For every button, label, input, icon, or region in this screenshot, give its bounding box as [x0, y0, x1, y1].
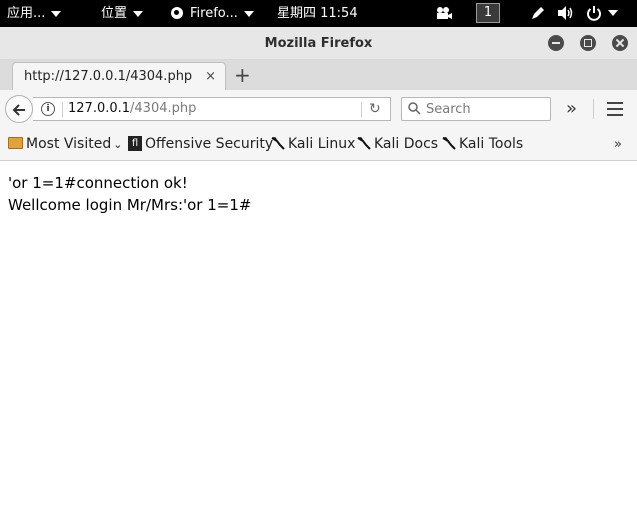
kali-dragon-icon: [357, 137, 371, 150]
tab-strip: http://127.0.0.1/4304.php × +: [0, 60, 637, 90]
chevron-down-icon: [133, 10, 144, 17]
maximize-button[interactable]: [580, 35, 596, 51]
applications-menu-label: 应用...: [7, 6, 46, 21]
hamburger-menu-icon[interactable]: [607, 102, 623, 116]
chevron-down-icon: [608, 10, 618, 16]
bookmark-label: Kali Docs: [374, 136, 439, 152]
bookmark-kali-docs[interactable]: Kali Docs: [357, 128, 438, 161]
bookmark-label: Kali Linux: [288, 136, 356, 152]
back-arrow-icon: [12, 103, 25, 116]
search-input[interactable]: [426, 100, 546, 118]
url-host: 127.0.0.1: [68, 101, 131, 116]
page-text-line-2: Wellcome login Mr/Mrs:'or 1=1#: [8, 196, 252, 214]
pen-icon[interactable]: [530, 0, 546, 27]
applications-menu[interactable]: 应用...: [7, 0, 62, 27]
window-title: Mozilla Firefox: [264, 36, 373, 51]
reload-icon[interactable]: ↻: [369, 98, 381, 120]
volume-icon[interactable]: [557, 0, 575, 27]
tab-title: http://127.0.0.1/4304.php: [24, 69, 193, 84]
chevron-down-icon: [51, 10, 62, 17]
firefox-icon: [171, 6, 183, 19]
url-divider: [361, 102, 362, 117]
places-menu[interactable]: 位置: [101, 0, 144, 27]
chevron-down-icon: [243, 10, 254, 17]
toolbar-divider: [593, 99, 594, 119]
tab-active[interactable]: http://127.0.0.1/4304.php ×: [12, 62, 226, 90]
window-titlebar[interactable]: Mozilla Firefox: [0, 27, 637, 60]
chevron-down-icon: ⌄: [113, 138, 123, 151]
workspace-indicator[interactable]: 1: [476, 3, 500, 23]
search-box[interactable]: [401, 97, 551, 121]
kali-dragon-icon: [271, 137, 285, 150]
folder-icon: [8, 137, 23, 149]
firefox-app-menu[interactable]: Firefo...: [171, 0, 254, 27]
power-icon: [587, 6, 601, 21]
minimize-button[interactable]: [548, 35, 564, 51]
url-bar[interactable]: i 127.0.0.1/4304.php ↻: [33, 97, 391, 121]
page-text-line-1: 'or 1=1#connection ok!: [8, 174, 188, 192]
video-camera-icon[interactable]: [435, 0, 453, 27]
bookmark-kali-linux[interactable]: Kali Linux: [271, 128, 355, 161]
bookmarks-toolbar: Most Visited ⌄ fl Offensive Security Kali …: [0, 128, 637, 161]
url-text[interactable]: 127.0.0.1/4304.php: [68, 98, 196, 120]
bookmark-offensive-security[interactable]: fl Offensive Security: [128, 128, 273, 161]
bookmark-kali-tools[interactable]: Kali Tools: [442, 128, 523, 161]
search-icon: [408, 98, 421, 120]
system-top-bar: 应用... 位置 Firefo... 星期四 11:54 1: [0, 0, 637, 27]
clock[interactable]: 星期四 11:54: [277, 0, 358, 27]
bookmarks-overflow-button[interactable]: »: [614, 128, 622, 161]
firefox-app-menu-label: Firefo...: [190, 6, 238, 21]
close-window-button[interactable]: [612, 35, 628, 51]
bookmark-label: Offensive Security: [145, 136, 274, 152]
places-menu-label: 位置: [101, 6, 128, 21]
url-path: /4304.php: [130, 101, 197, 116]
bookmark-label: Kali Tools: [459, 136, 524, 152]
site-info-icon[interactable]: i: [41, 102, 55, 116]
page-content: 'or 1=1#connection ok! Wellcome login Mr…: [0, 162, 637, 526]
tab-close-button[interactable]: ×: [205, 63, 216, 90]
url-divider: [62, 102, 63, 117]
navigation-toolbar: i 127.0.0.1/4304.php ↻ »: [0, 90, 637, 128]
offensive-security-icon: fl: [128, 135, 142, 151]
toolbar-overflow-button[interactable]: »: [566, 90, 577, 128]
new-tab-button[interactable]: +: [234, 60, 251, 90]
power-menu[interactable]: [586, 0, 618, 27]
kali-dragon-icon: [442, 137, 456, 150]
back-button[interactable]: [5, 95, 33, 123]
bookmark-label: Most Visited: [26, 136, 112, 152]
bookmark-most-visited[interactable]: Most Visited ⌄: [8, 128, 122, 161]
